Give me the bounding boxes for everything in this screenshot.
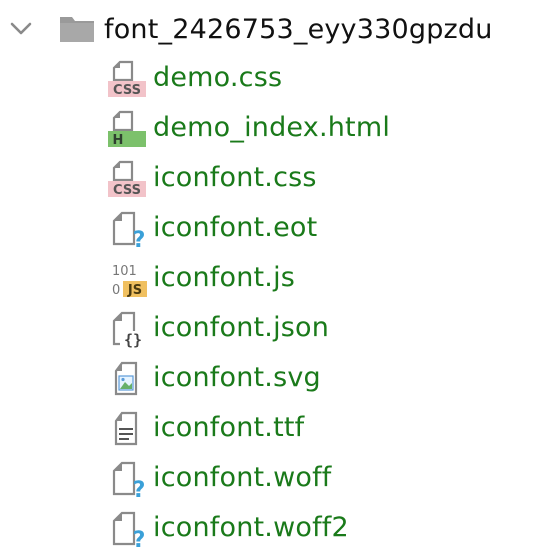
html-file-icon: H [108,110,146,148]
unknown-file-icon: ? [112,511,146,550]
file-row-demo-index-html[interactable]: H demo_index.html [0,106,538,150]
folder-icon [60,17,94,42]
file-row-demo-css[interactable]: CSS demo.css [0,56,538,100]
file-row-iconfont-eot[interactable]: ? iconfont.eot [0,206,538,250]
css-badge-text: CSS [113,183,141,198]
file-name: iconfont.js [153,262,296,293]
file-row-iconfont-js[interactable]: 101 0 JS iconfont.js [0,256,538,300]
file-name: iconfont.woff [153,462,332,493]
css-badge-text: CSS [113,83,141,98]
question-badge-text: ? [133,528,146,550]
js-badge-text: JS [127,283,142,298]
chevron-down-icon[interactable] [8,16,34,42]
binary-top-text: 101 [112,264,137,279]
file-row-iconfont-woff[interactable]: ? iconfont.woff [0,456,538,500]
text-file-icon [114,411,138,446]
js-file-icon: 101 0 JS [112,264,147,298]
binary-side-text: 0 [112,283,120,298]
question-badge-text: ? [133,478,146,500]
json-file-icon: {} [112,311,146,349]
file-row-iconfont-ttf[interactable]: iconfont.ttf [0,406,538,450]
file-row-iconfont-css[interactable]: CSS iconfont.css [0,156,538,200]
file-row-iconfont-svg[interactable]: iconfont.svg [0,356,538,400]
css-file-icon: CSS [108,60,146,98]
unknown-file-icon: ? [112,461,146,500]
file-name: iconfont.css [153,162,317,193]
json-badge-text: {} [124,331,142,349]
file-row-iconfont-woff2[interactable]: ? iconfont.woff2 [0,506,538,550]
file-row-iconfont-json[interactable]: {} iconfont.json [0,306,538,350]
question-badge-text: ? [133,228,146,250]
file-name: iconfont.json [153,312,330,343]
file-name: iconfont.woff2 [153,512,349,543]
folder-row[interactable]: font_2426753_eyy330gpzdu [0,6,538,50]
unknown-file-icon: ? [112,211,146,250]
file-name: demo_index.html [153,112,391,143]
file-name: demo.css [153,62,283,93]
html-badge-text: H [113,133,124,148]
file-name: iconfont.ttf [153,412,305,443]
project-file-tree: font_2426753_eyy330gpzdu CSS demo.css H … [0,0,538,553]
file-name: iconfont.eot [153,212,318,243]
folder-name: font_2426753_eyy330gpzdu [104,14,493,45]
file-name: iconfont.svg [153,362,321,393]
image-file-icon [114,361,138,396]
css-file-icon: CSS [108,160,146,198]
